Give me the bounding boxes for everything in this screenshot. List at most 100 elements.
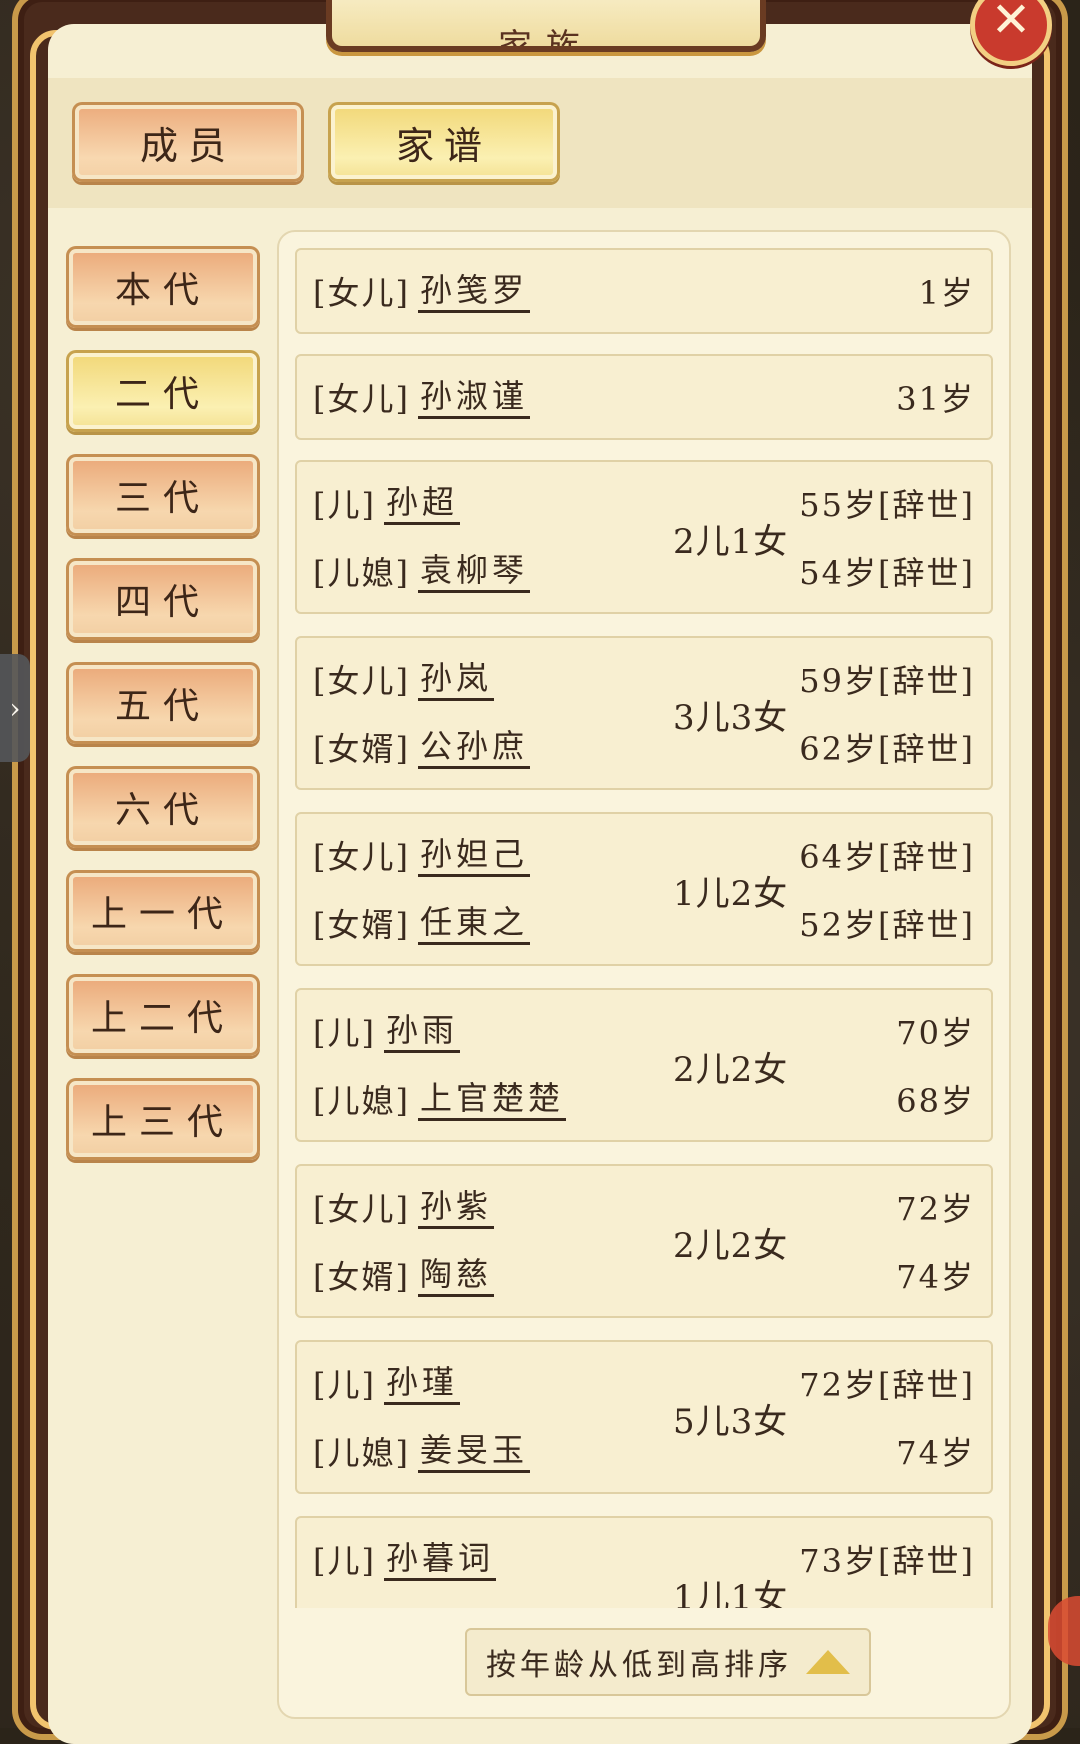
member-role: [女儿] — [313, 274, 410, 312]
couple-card[interactable]: [儿] 孙超 55岁[辞世] 2儿1女 [儿媳] 袁柳琴 54岁[辞世] — [295, 460, 993, 614]
member-name[interactable]: 孙超 — [383, 482, 460, 525]
member-age: 59岁[辞世] — [799, 662, 975, 700]
couple-card[interactable]: [儿] 孙瑾 72岁[辞世] 5儿3女 [儿媳] 姜旻玉 74岁 — [295, 1340, 993, 1494]
member-name[interactable]: 孙笺罗 — [417, 270, 530, 313]
generation-label: 二代 — [114, 374, 211, 415]
spouse-row: [女婿] 任東之 52岁[辞世] — [313, 898, 975, 948]
member-age: 64岁[辞世] — [799, 838, 975, 876]
member-age: 55岁[辞世] — [799, 486, 975, 524]
member-role: [女儿] — [313, 662, 410, 700]
generation-button-5[interactable]: 五代 — [66, 662, 260, 744]
top-tab-bar: 成员 家谱 — [48, 78, 1032, 208]
member-age: 74岁 — [896, 1434, 975, 1472]
member-role: [儿] — [313, 1542, 376, 1580]
member-name[interactable]: 孙紫 — [417, 1186, 494, 1229]
generation-label: 三代 — [114, 478, 211, 519]
member-role: [儿媳] — [313, 554, 410, 592]
sort-label: 按年龄从低到高排序 — [486, 1648, 792, 1683]
children-count: 1儿1女 — [673, 1578, 789, 1608]
member-age: 52岁[辞世] — [799, 906, 975, 944]
close-icon: ✕ — [990, 0, 1032, 48]
tab-label: 家谱 — [395, 123, 492, 168]
member-name[interactable]: 任東之 — [417, 902, 530, 945]
generation-label: 四代 — [114, 582, 211, 623]
couple-card[interactable]: [女儿] 孙妲己 64岁[辞世] 1儿2女 [女婿] 任東之 52岁[辞世] — [295, 812, 993, 966]
member-name[interactable]: 陶慈 — [417, 1254, 494, 1297]
member-row: [女儿] 孙妲己 64岁[辞世] — [313, 830, 975, 880]
chevron-right-icon: › — [9, 691, 21, 725]
generation-label: 上一代 — [90, 894, 235, 935]
member-role: [女婿] — [313, 1258, 410, 1296]
generation-button-4[interactable]: 四代 — [66, 558, 260, 640]
tab-members[interactable]: 成员 — [72, 102, 304, 182]
member-role: [女婿] — [313, 730, 410, 768]
spouse-row: [女婿] 陶慈 74岁 — [313, 1250, 975, 1300]
member-row: [女儿] 孙笺罗 1岁 — [313, 266, 975, 316]
member-age: 72岁 — [896, 1190, 975, 1228]
couple-card[interactable]: [女儿] 孙紫 72岁 2儿2女 [女婿] 陶慈 74岁 — [295, 1164, 993, 1318]
generation-label: 本代 — [114, 270, 211, 311]
member-row: [儿] 孙暮词 73岁[辞世] — [313, 1534, 975, 1584]
generation-button-up-2[interactable]: 上二代 — [66, 974, 260, 1056]
member-role: [儿] — [313, 486, 376, 524]
generation-button-3[interactable]: 三代 — [66, 454, 260, 536]
member-name[interactable]: 孙岚 — [417, 658, 494, 701]
member-row: [儿] 孙雨 70岁 — [313, 1006, 975, 1056]
member-role: [儿媳] — [313, 1082, 410, 1120]
member-row: [女儿] 孙紫 72岁 — [313, 1182, 975, 1232]
generation-label: 五代 — [114, 686, 211, 727]
triangle-up-icon — [806, 1650, 850, 1674]
generation-label: 上二代 — [90, 998, 235, 1039]
member-name[interactable]: 公孙庶 — [417, 726, 530, 769]
member-name[interactable]: 孙妲己 — [417, 834, 530, 877]
member-row: [女儿] 孙岚 59岁[辞世] — [313, 654, 975, 704]
generation-label: 上三代 — [90, 1102, 235, 1143]
member-age: 1岁 — [918, 274, 975, 312]
member-age: 68岁 — [896, 1082, 975, 1120]
side-drawer-handle[interactable]: › — [0, 654, 30, 762]
generation-button-6[interactable]: 六代 — [66, 766, 260, 848]
member-age: 72岁[辞世] — [799, 1366, 975, 1404]
sort-by-age-button[interactable]: 按年龄从低到高排序 — [465, 1628, 871, 1696]
member-age: 73岁[辞世] — [799, 1542, 975, 1580]
couple-card[interactable]: [儿] 孙雨 70岁 2儿2女 [儿媳] 上官楚楚 68岁 — [295, 988, 993, 1142]
member-card[interactable]: [女儿] 孙淑谨 31岁 — [295, 354, 993, 440]
generation-button-current[interactable]: 本代 — [66, 246, 260, 328]
member-name[interactable]: 孙雨 — [383, 1010, 460, 1053]
couple-card[interactable]: [女儿] 孙岚 59岁[辞世] 3儿3女 [女婿] 公孙庶 62岁[辞世] — [295, 636, 993, 790]
spouse-row: [儿媳] 姜旻玉 74岁 — [313, 1426, 975, 1476]
member-role: [女儿] — [313, 380, 410, 418]
member-age: 54岁[辞世] — [799, 554, 975, 592]
tab-family-tree[interactable]: 家谱 — [328, 102, 560, 182]
generation-button-up-1[interactable]: 上一代 — [66, 870, 260, 952]
generation-label: 六代 — [114, 790, 211, 831]
member-row: [女儿] 孙淑谨 31岁 — [313, 372, 975, 422]
member-role: [女儿] — [313, 1190, 410, 1228]
tab-label: 成员 — [139, 123, 236, 168]
member-name[interactable]: 姜旻玉 — [417, 1430, 530, 1473]
member-role: [女儿] — [313, 838, 410, 876]
member-age: 62岁[辞世] — [799, 730, 975, 768]
member-name[interactable]: 上官楚楚 — [417, 1078, 566, 1121]
member-role: [儿媳] — [313, 1434, 410, 1472]
member-age: 31岁 — [896, 380, 975, 418]
generation-button-up-3[interactable]: 上三代 — [66, 1078, 260, 1160]
generation-button-2[interactable]: 二代 — [66, 350, 260, 432]
member-name[interactable]: 袁柳琴 — [417, 550, 530, 593]
page-title: 家族 — [498, 27, 594, 52]
member-role: [儿] — [313, 1366, 376, 1404]
member-role: [女婿] — [313, 906, 410, 944]
member-name[interactable]: 孙瑾 — [383, 1362, 460, 1405]
member-list-panel: [女儿] 孙笺罗 1岁 [女儿] 孙淑谨 31岁 [儿] 孙超 55岁[辞世] … — [277, 230, 1011, 1719]
couple-card[interactable]: [儿] 孙暮词 73岁[辞世] 1儿1女 — [295, 1516, 993, 1608]
member-card[interactable]: [女儿] 孙笺罗 1岁 — [295, 248, 993, 334]
spouse-row: [儿媳] 上官楚楚 68岁 — [313, 1074, 975, 1124]
member-age: 74岁 — [896, 1258, 975, 1296]
member-name[interactable]: 孙淑谨 — [417, 376, 530, 419]
member-age: 70岁 — [896, 1014, 975, 1052]
member-row: [儿] 孙瑾 72岁[辞世] — [313, 1358, 975, 1408]
spouse-row: [儿媳] 袁柳琴 54岁[辞世] — [313, 546, 975, 596]
member-list[interactable]: [女儿] 孙笺罗 1岁 [女儿] 孙淑谨 31岁 [儿] 孙超 55岁[辞世] … — [295, 248, 993, 1608]
member-row: [儿] 孙超 55岁[辞世] — [313, 478, 975, 528]
member-name[interactable]: 孙暮词 — [383, 1538, 496, 1581]
